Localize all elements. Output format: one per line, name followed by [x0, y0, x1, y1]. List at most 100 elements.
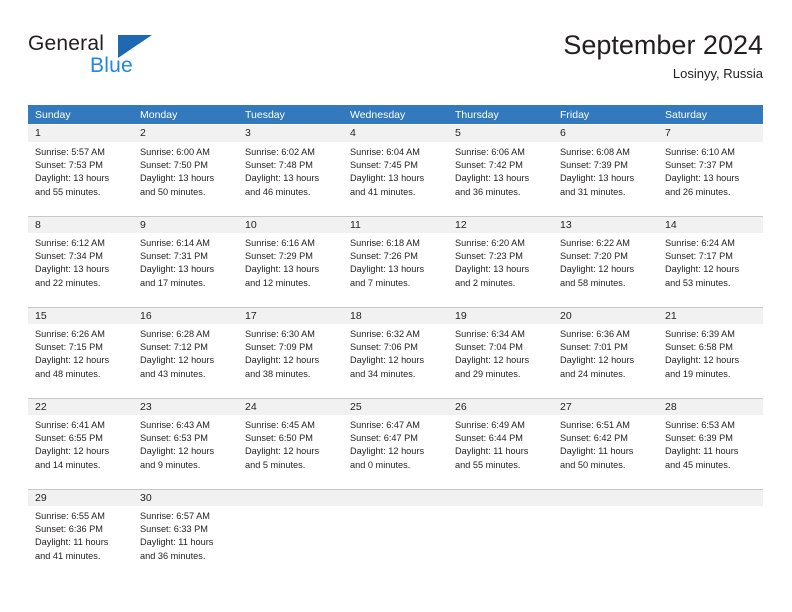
sunrise-text: Sunrise: 6:41 AM [35, 420, 105, 430]
week-day-details: Sunrise: 6:12 AM Sunset: 7:34 PM Dayligh… [28, 233, 763, 305]
sunset-text: Sunset: 6:36 PM [35, 524, 103, 535]
day-number[interactable]: 7 [658, 125, 763, 142]
sunset-text: Sunset: 7:53 PM [35, 160, 103, 171]
day-number[interactable]: 15 [28, 308, 133, 324]
weekday-header-monday: Monday [140, 109, 178, 121]
weekday-header-wednesday: Wednesday [350, 109, 406, 121]
day-cell[interactable]: Sunrise: 6:16 AM Sunset: 7:29 PM Dayligh… [238, 233, 343, 305]
day-cell[interactable]: Sunrise: 6:45 AM Sunset: 6:50 PM Dayligh… [238, 415, 343, 487]
sunset-text: Sunset: 7:42 PM [455, 160, 523, 171]
day-number[interactable]: 4 [343, 125, 448, 142]
day-cell[interactable]: Sunrise: 6:18 AM Sunset: 7:26 PM Dayligh… [343, 233, 448, 305]
day-cell[interactable]: Sunrise: 6:02 AM Sunset: 7:48 PM Dayligh… [238, 142, 343, 214]
day-number[interactable]: 29 [28, 490, 133, 506]
daylight-text-line2: and 7 minutes. [350, 277, 411, 288]
day-number[interactable]: 18 [343, 308, 448, 324]
daylight-text-line2: and 41 minutes. [35, 550, 101, 561]
day-number[interactable]: 6 [553, 125, 658, 142]
sunset-text: Sunset: 7:04 PM [455, 342, 523, 353]
sunset-text: Sunset: 7:17 PM [665, 251, 733, 262]
day-number[interactable]: 12 [448, 217, 553, 233]
day-number[interactable]: 21 [658, 308, 763, 324]
day-cell[interactable]: Sunrise: 6:08 AM Sunset: 7:39 PM Dayligh… [553, 142, 658, 214]
sunrise-text: Sunrise: 6:08 AM [560, 147, 630, 157]
daylight-text-line1: Daylight: 13 hours [245, 264, 320, 275]
day-number[interactable]: 14 [658, 217, 763, 233]
sunset-text: Sunset: 7:37 PM [665, 160, 733, 171]
day-number[interactable]: 26 [448, 399, 553, 415]
day-number[interactable]: 10 [238, 217, 343, 233]
daylight-text-line2: and 45 minutes. [665, 459, 731, 470]
sunset-text: Sunset: 6:33 PM [140, 524, 208, 535]
daylight-text-line2: and 5 minutes. [245, 459, 306, 470]
day-number[interactable]: 1 [28, 125, 133, 142]
day-number[interactable]: 23 [133, 399, 238, 415]
day-cell[interactable]: Sunrise: 6:39 AM Sunset: 6:58 PM Dayligh… [658, 324, 763, 396]
daylight-text-line2: and 36 minutes. [140, 550, 206, 561]
day-number[interactable]: 24 [238, 399, 343, 415]
sunrise-text: Sunrise: 6:57 AM [140, 511, 210, 521]
day-number[interactable]: 3 [238, 125, 343, 142]
day-cell[interactable]: Sunrise: 6:00 AM Sunset: 7:50 PM Dayligh… [133, 142, 238, 214]
daylight-text-line1: Daylight: 12 hours [140, 355, 215, 366]
week-day-details: Sunrise: 5:57 AM Sunset: 7:53 PM Dayligh… [28, 142, 763, 214]
day-number[interactable]: 8 [28, 217, 133, 233]
weekday-header-thursday: Thursday [455, 109, 499, 121]
day-cell[interactable]: Sunrise: 6:24 AM Sunset: 7:17 PM Dayligh… [658, 233, 763, 305]
day-cell[interactable]: Sunrise: 6:26 AM Sunset: 7:15 PM Dayligh… [28, 324, 133, 396]
daylight-text-line2: and 24 minutes. [560, 368, 626, 379]
day-cell[interactable]: Sunrise: 5:57 AM Sunset: 7:53 PM Dayligh… [28, 142, 133, 214]
day-number[interactable]: 16 [133, 308, 238, 324]
daylight-text-line1: Daylight: 12 hours [455, 355, 530, 366]
day-cell[interactable]: Sunrise: 6:06 AM Sunset: 7:42 PM Dayligh… [448, 142, 553, 214]
day-number[interactable]: 5 [448, 125, 553, 142]
day-number[interactable]: 17 [238, 308, 343, 324]
day-cell[interactable]: Sunrise: 6:47 AM Sunset: 6:47 PM Dayligh… [343, 415, 448, 487]
day-cell[interactable]: Sunrise: 6:22 AM Sunset: 7:20 PM Dayligh… [553, 233, 658, 305]
day-cell-empty [238, 506, 343, 578]
day-number[interactable]: 11 [343, 217, 448, 233]
daylight-text-line1: Daylight: 13 hours [35, 264, 110, 275]
day-cell[interactable]: Sunrise: 6:36 AM Sunset: 7:01 PM Dayligh… [553, 324, 658, 396]
day-cell[interactable]: Sunrise: 6:12 AM Sunset: 7:34 PM Dayligh… [28, 233, 133, 305]
daylight-text-line1: Daylight: 12 hours [350, 355, 425, 366]
sunrise-text: Sunrise: 6:47 AM [350, 420, 420, 430]
sunrise-text: Sunrise: 6:10 AM [665, 147, 735, 157]
day-number[interactable]: 19 [448, 308, 553, 324]
day-cell[interactable]: Sunrise: 6:34 AM Sunset: 7:04 PM Dayligh… [448, 324, 553, 396]
day-cell[interactable]: Sunrise: 6:20 AM Sunset: 7:23 PM Dayligh… [448, 233, 553, 305]
day-cell[interactable]: Sunrise: 6:57 AM Sunset: 6:33 PM Dayligh… [133, 506, 238, 578]
day-number[interactable]: 9 [133, 217, 238, 233]
general-blue-logo[interactable]: General Blue [28, 32, 258, 88]
daylight-text-line1: Daylight: 12 hours [665, 264, 740, 275]
day-cell[interactable]: Sunrise: 6:43 AM Sunset: 6:53 PM Dayligh… [133, 415, 238, 487]
day-cell[interactable]: Sunrise: 6:14 AM Sunset: 7:31 PM Dayligh… [133, 233, 238, 305]
calendar-grid: Sunday Monday Tuesday Wednesday Thursday… [28, 105, 763, 579]
day-number[interactable]: 25 [343, 399, 448, 415]
daylight-text-line2: and 26 minutes. [665, 186, 731, 197]
day-number[interactable]: 28 [658, 399, 763, 415]
sunrise-text: Sunrise: 6:55 AM [35, 511, 105, 521]
sunrise-text: Sunrise: 6:02 AM [245, 147, 315, 157]
day-number[interactable]: 20 [553, 308, 658, 324]
daylight-text-line2: and 58 minutes. [560, 277, 626, 288]
day-number-empty [658, 490, 763, 506]
day-cell[interactable]: Sunrise: 6:30 AM Sunset: 7:09 PM Dayligh… [238, 324, 343, 396]
day-cell[interactable]: Sunrise: 6:04 AM Sunset: 7:45 PM Dayligh… [343, 142, 448, 214]
day-cell[interactable]: Sunrise: 6:28 AM Sunset: 7:12 PM Dayligh… [133, 324, 238, 396]
day-cell[interactable]: Sunrise: 6:10 AM Sunset: 7:37 PM Dayligh… [658, 142, 763, 214]
day-number[interactable]: 13 [553, 217, 658, 233]
day-number[interactable]: 2 [133, 125, 238, 142]
day-number[interactable]: 22 [28, 399, 133, 415]
day-cell[interactable]: Sunrise: 6:55 AM Sunset: 6:36 PM Dayligh… [28, 506, 133, 578]
sunrise-text: Sunrise: 6:14 AM [140, 238, 210, 248]
day-cell[interactable]: Sunrise: 6:49 AM Sunset: 6:44 PM Dayligh… [448, 415, 553, 487]
week-day-numbers: 22 23 24 25 26 27 28 [28, 398, 763, 415]
daylight-text-line2: and 36 minutes. [455, 186, 521, 197]
day-number[interactable]: 30 [133, 490, 238, 506]
day-number[interactable]: 27 [553, 399, 658, 415]
day-cell[interactable]: Sunrise: 6:41 AM Sunset: 6:55 PM Dayligh… [28, 415, 133, 487]
day-cell[interactable]: Sunrise: 6:32 AM Sunset: 7:06 PM Dayligh… [343, 324, 448, 396]
day-cell[interactable]: Sunrise: 6:53 AM Sunset: 6:39 PM Dayligh… [658, 415, 763, 487]
day-cell[interactable]: Sunrise: 6:51 AM Sunset: 6:42 PM Dayligh… [553, 415, 658, 487]
